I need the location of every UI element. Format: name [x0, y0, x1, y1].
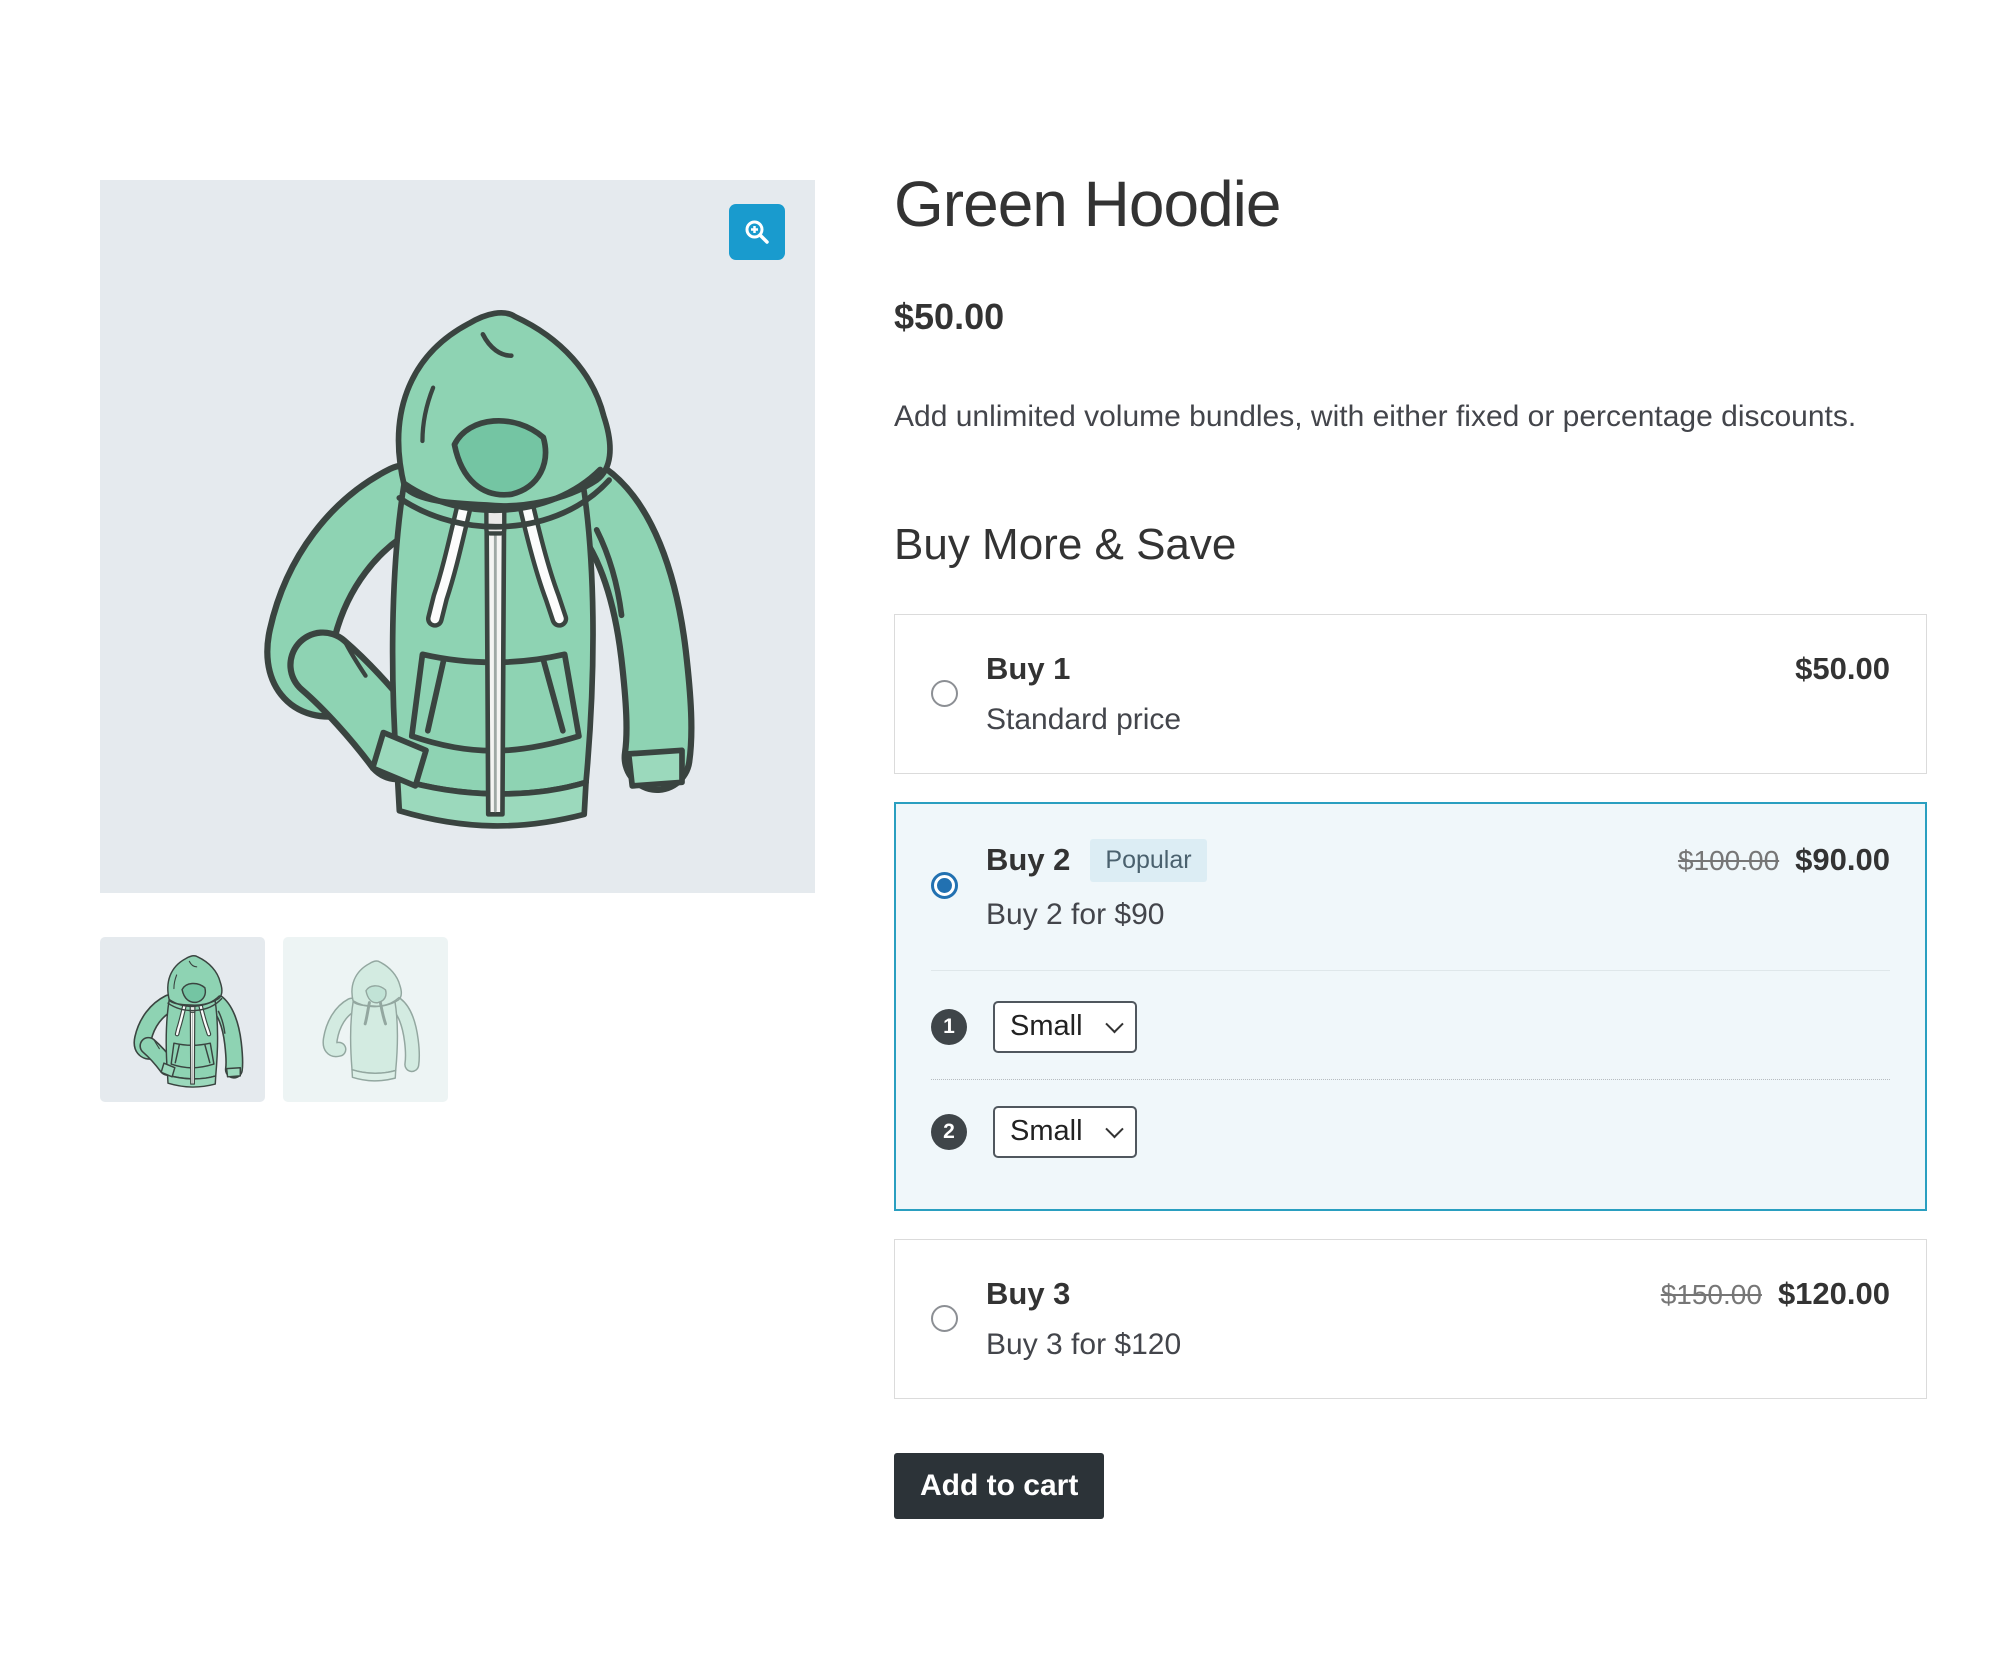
bundle-option-buy-1[interactable]: Buy 1 $50.00 Standard price — [894, 614, 1927, 774]
pullover-hoodie-thumb-illustration — [296, 950, 436, 1090]
product-gallery — [100, 180, 815, 1102]
radio-buy-2[interactable] — [931, 872, 958, 899]
bundle-options: Buy 1 $50.00 Standard price Buy 2 Popula… — [894, 614, 1927, 1399]
option-regular-price: $150.00 — [1661, 1279, 1762, 1311]
product-main-image[interactable] — [100, 180, 815, 893]
size-select-2[interactable]: Small — [993, 1106, 1137, 1158]
size-select-1[interactable]: Small — [993, 1001, 1137, 1053]
thumbnail-strip — [100, 937, 815, 1102]
option-regular-price: $100.00 — [1678, 845, 1779, 877]
radio-buy-3[interactable] — [931, 1305, 958, 1332]
bundle-option-buy-3[interactable]: Buy 3 $150.00 $120.00 Buy 3 for $120 — [894, 1239, 1927, 1399]
option-title: Buy 3 — [986, 1276, 1070, 1312]
option-title: Buy 2 — [986, 842, 1070, 878]
option-subtitle: Buy 3 for $120 — [986, 1328, 1890, 1362]
page-title: Green Hoodie — [894, 168, 1927, 242]
option-subtitle: Buy 2 for $90 — [986, 898, 1890, 932]
option-subtitle: Standard price — [986, 703, 1890, 737]
thumbnail-pullover-hoodie[interactable] — [283, 937, 448, 1102]
size-select-wrap: Small — [993, 1001, 1137, 1053]
product-description: Add unlimited volume bundles, with eithe… — [894, 396, 1927, 438]
option-price: $90.00 — [1795, 842, 1890, 878]
variation-divider — [931, 1079, 1890, 1080]
radio-buy-1[interactable] — [931, 680, 958, 707]
product-details: Green Hoodie $50.00 Add unlimited volume… — [894, 168, 1927, 1519]
zip-hoodie-thumb-illustration — [108, 945, 258, 1095]
option-title: Buy 1 — [986, 651, 1070, 687]
size-select-wrap: Small — [993, 1106, 1137, 1158]
popular-badge: Popular — [1090, 839, 1206, 882]
variation-row-2: 2 Small — [931, 1106, 1890, 1158]
bundles-section-title: Buy More & Save — [894, 520, 1927, 570]
add-to-cart-button[interactable]: Add to cart — [894, 1453, 1104, 1519]
product-price: $50.00 — [894, 296, 1927, 338]
item-number-badge: 1 — [931, 1009, 967, 1045]
thumbnail-zip-hoodie[interactable] — [100, 937, 265, 1102]
variation-picker: 1 Small 2 Small — [931, 970, 1890, 1174]
option-price: $120.00 — [1778, 1276, 1890, 1312]
image-zoom-button[interactable] — [729, 204, 785, 260]
item-number-badge: 2 — [931, 1114, 967, 1150]
variation-row-1: 1 Small — [931, 1001, 1890, 1053]
bundle-option-buy-2[interactable]: Buy 2 Popular $100.00 $90.00 Buy 2 for $… — [894, 802, 1927, 1211]
hoodie-illustration — [138, 217, 778, 857]
zoom-in-icon — [742, 217, 772, 247]
option-price: $50.00 — [1795, 651, 1890, 687]
